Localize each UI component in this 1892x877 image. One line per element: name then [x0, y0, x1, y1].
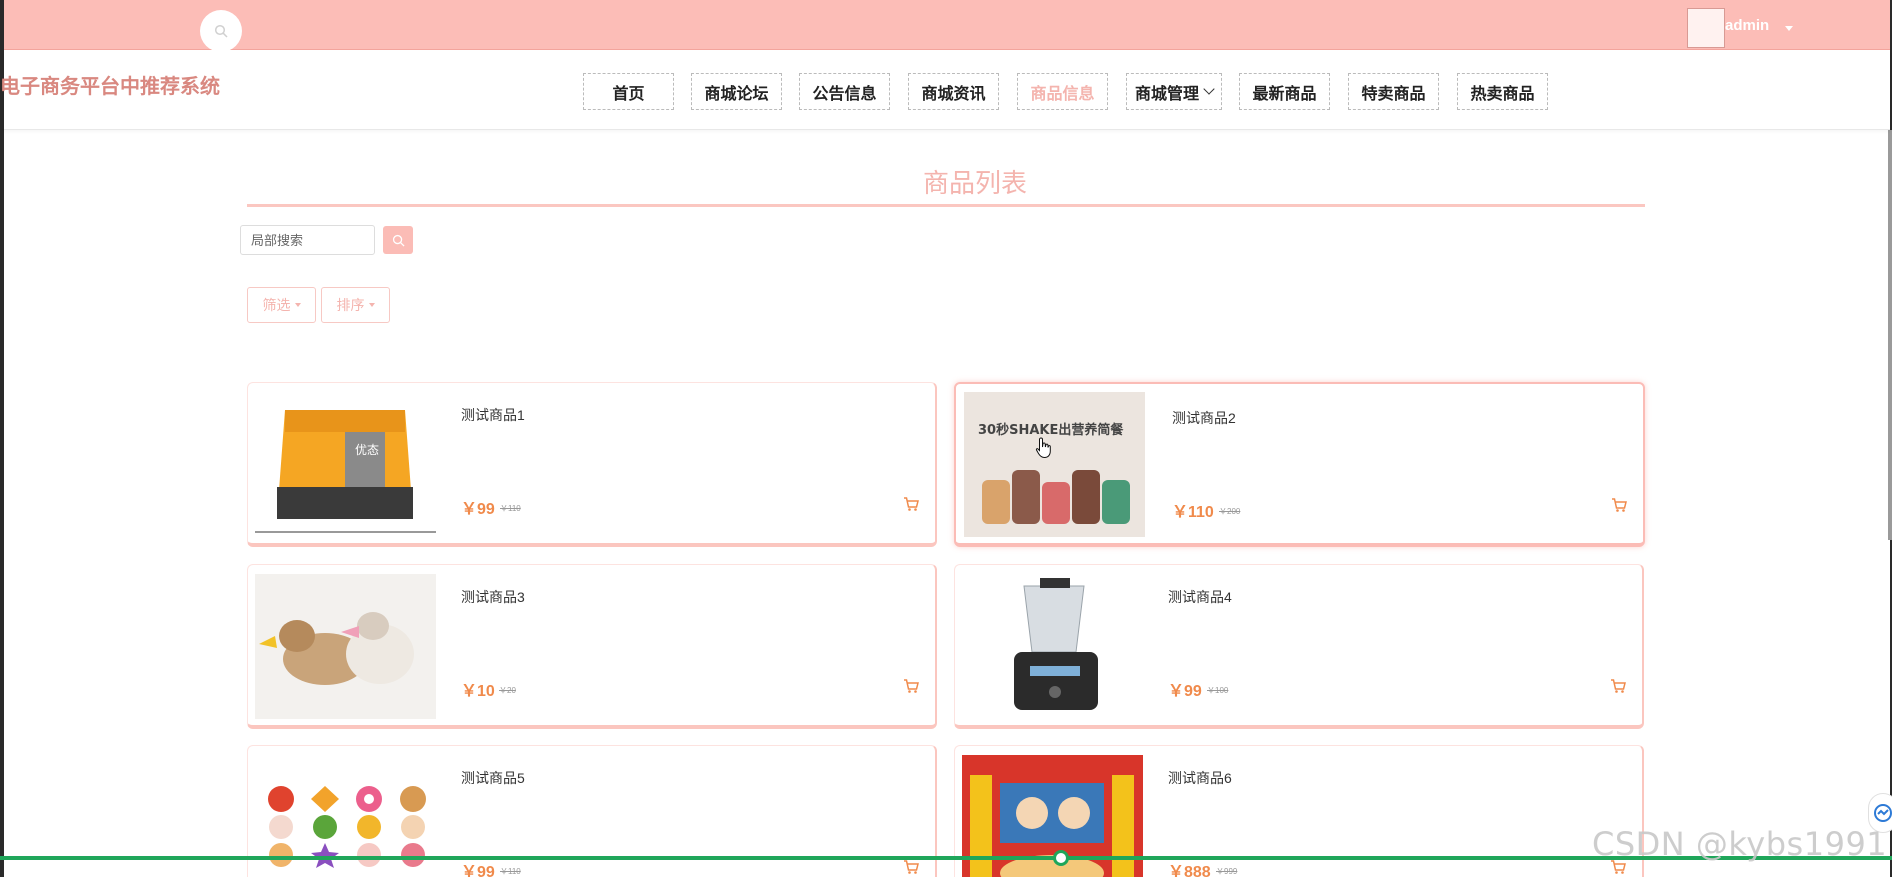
site-title: 电子商务平台中推荐系统	[0, 76, 220, 98]
svg-text:30秒SHAKE出营养简餐: 30秒SHAKE出营养简餐	[978, 422, 1124, 438]
product-image-dogs[interactable]	[255, 574, 436, 719]
product-old-price: ￥100	[1207, 686, 1229, 695]
product-card[interactable]: 测试商品4 ￥99 ￥100	[954, 564, 1644, 729]
global-search-button[interactable]	[200, 10, 242, 52]
product-price: ￥99	[461, 501, 495, 518]
nav-announcements[interactable]: 公告信息	[799, 73, 890, 110]
product-image-dog-food[interactable]: 优态	[255, 392, 436, 537]
product-old-price: ￥999	[1216, 867, 1238, 876]
nav-hot-products[interactable]: 热卖商品	[1457, 73, 1548, 110]
user-menu-caret-icon[interactable]	[1785, 26, 1793, 31]
search-icon	[392, 234, 405, 247]
product-price: ￥110	[1172, 504, 1214, 521]
watermark: CSDN @kybs1991	[1592, 825, 1888, 863]
scrollbar-thumb[interactable]	[1888, 130, 1892, 540]
assistant-icon	[1874, 804, 1892, 822]
svg-text:优态: 优态	[355, 443, 379, 457]
cart-icon[interactable]	[903, 496, 919, 512]
sort-dropdown[interactable]: 排序	[321, 287, 390, 323]
nav-label: 特卖商品	[1361, 85, 1426, 103]
chevron-down-icon	[1203, 83, 1215, 95]
top-bar: admin	[4, 0, 1890, 52]
product-name[interactable]: 测试商品3	[461, 587, 525, 607]
nav-products[interactable]: 商品信息	[1017, 73, 1108, 110]
caret-down-icon	[294, 303, 301, 307]
filter-dropdown[interactable]: 筛选	[247, 287, 316, 323]
cart-icon[interactable]	[903, 678, 919, 694]
nav-label: 最新商品	[1252, 85, 1317, 103]
avatar[interactable]	[1687, 8, 1725, 48]
search-button[interactable]	[383, 226, 413, 254]
nav-label: 商城资讯	[921, 85, 986, 103]
product-name[interactable]: 测试商品4	[1168, 587, 1232, 607]
product-name[interactable]: 测试商品1	[461, 405, 525, 425]
cart-icon[interactable]	[903, 859, 919, 875]
cart-icon[interactable]	[1610, 678, 1626, 694]
page-title: 商品列表	[923, 168, 1028, 198]
caret-down-icon	[368, 303, 375, 307]
product-price: ￥99	[461, 864, 495, 877]
product-old-price: ￥110	[500, 867, 521, 876]
nav-sale-products[interactable]: 特卖商品	[1348, 73, 1439, 110]
nav-news[interactable]: 商城资讯	[908, 73, 999, 110]
product-card[interactable]: 30秒SHAKE出营养简餐 测试商品2 ￥110 ￥200	[954, 382, 1645, 547]
title-divider	[247, 204, 1645, 207]
nav-label: 商城论坛	[704, 85, 769, 103]
nav-label: 首页	[612, 85, 645, 103]
product-name[interactable]: 测试商品6	[1168, 768, 1232, 788]
video-progress-handle[interactable]	[1053, 850, 1069, 866]
product-image-shake[interactable]: 30秒SHAKE出营养简餐	[964, 392, 1145, 537]
product-price: ￥888	[1168, 864, 1211, 877]
nav-label: 公告信息	[812, 85, 877, 103]
search-icon	[214, 24, 228, 38]
sort-label: 排序	[336, 297, 365, 313]
product-old-price: ￥110	[500, 504, 521, 513]
window-left-edge	[0, 0, 4, 877]
filter-label: 筛选	[262, 297, 291, 313]
product-card[interactable]: 测试商品3 ￥10 ￥20	[247, 564, 937, 729]
username[interactable]: admin	[1725, 17, 1769, 34]
product-old-price: ￥200	[1219, 507, 1241, 516]
nav-label: 商城管理	[1134, 85, 1199, 103]
nav-label: 商品信息	[1030, 85, 1095, 103]
nav-mall-management[interactable]: 商城管理	[1126, 73, 1222, 110]
product-image-blender[interactable]	[962, 574, 1143, 719]
product-old-price: ￥20	[499, 686, 516, 695]
product-name[interactable]: 测试商品2	[1172, 408, 1236, 428]
product-price: ￥10	[461, 683, 495, 700]
nav-home[interactable]: 首页	[583, 73, 674, 110]
cart-icon[interactable]	[1611, 497, 1627, 513]
search-input[interactable]	[240, 225, 375, 255]
product-card[interactable]: 优态 测试商品1 ￥99 ￥110	[247, 382, 937, 547]
product-price: ￥99	[1168, 683, 1202, 700]
nav-new-products[interactable]: 最新商品	[1239, 73, 1330, 110]
nav-forum[interactable]: 商城论坛	[691, 73, 782, 110]
nav-label: 热卖商品	[1470, 85, 1535, 103]
product-name[interactable]: 测试商品5	[461, 768, 525, 788]
hand-pointer-cursor-icon	[1035, 437, 1051, 459]
